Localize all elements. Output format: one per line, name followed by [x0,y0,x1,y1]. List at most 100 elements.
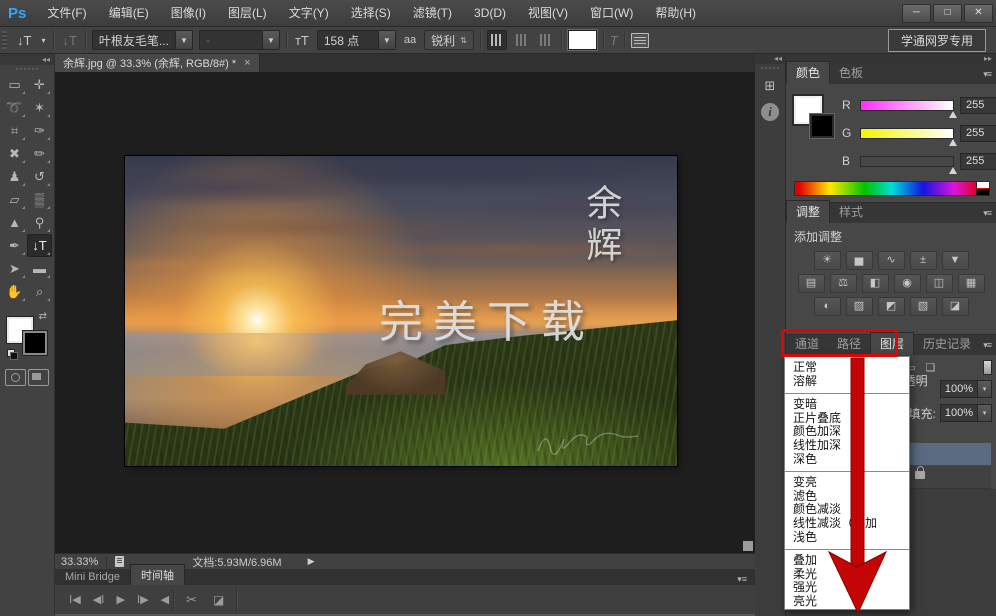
eyedropper-tool[interactable]: ✑ [27,119,52,142]
clone-stamp-tool[interactable]: ♟ [2,165,27,188]
eraser-tool[interactable]: ▱ [2,188,27,211]
align-top-icon[interactable] [487,30,507,50]
timeline-menu-icon[interactable]: ▾≡ [737,574,747,585]
menu-item[interactable]: 文件(F) [36,0,97,26]
blend-mode-option[interactable]: 颜色加深 [793,425,909,439]
history-brush-tool[interactable]: ↺ [27,165,52,188]
layers-panel-menu-icon[interactable]: ▾≡ [983,340,991,351]
blend-mode-option[interactable]: 深色 [793,453,909,467]
g-value-field[interactable]: 255 [960,125,996,142]
default-colors-icon[interactable] [7,349,17,359]
b-value-field[interactable]: 255 [960,153,996,170]
audio-toggle-button[interactable]: ◀ [161,593,169,606]
blend-mode-option[interactable]: 叠加 [793,554,909,568]
shape-tool[interactable]: ▬ [27,257,52,280]
split-clip-icon[interactable]: ✂ [178,592,205,608]
anti-alias-select[interactable]: 锐利 ⇅ [424,30,474,50]
color-spectrum-ramp[interactable] [794,181,990,196]
crop-tool[interactable]: ⌗ [2,119,27,142]
invert-icon[interactable]: ◐ [814,297,841,316]
align-bottom-icon[interactable] [537,31,555,49]
blend-mode-option[interactable]: 柔光 [793,568,909,582]
text-color-swatch[interactable] [568,30,597,50]
strip-collapse-icon[interactable]: ◂◂ [755,54,785,64]
tab-mini-bridge[interactable]: Mini Bridge [55,569,130,585]
color-lookup-icon[interactable]: ▦ [958,274,985,293]
tab-adjustments[interactable]: 调整 [786,200,830,223]
healing-brush-tool[interactable]: ✖ [2,142,27,165]
document-tab[interactable]: 余辉.jpg @ 33.3% (余辉, RGB/8#) * × [55,54,260,72]
blend-mode-option[interactable]: 线性减淡（添加 [793,517,909,531]
special-button[interactable]: 学通网罗专用 [888,29,986,52]
r-value-field[interactable]: 255 [960,97,996,114]
blend-mode-option[interactable]: 颜色减淡 [793,503,909,517]
pen-tool[interactable]: ✒ [2,234,27,257]
blend-mode-option[interactable]: 变亮 [793,476,909,490]
canvas-resize-grip[interactable] [743,541,753,551]
channel-mixer-icon[interactable]: ◫ [926,274,953,293]
blend-mode-option[interactable]: 亮光 [793,595,909,609]
lasso-tool[interactable]: ➰ [2,96,27,119]
background-color-swatch[interactable] [23,331,47,355]
previous-frame-button[interactable]: ◀Ⅰ [93,593,105,606]
zoom-level-field[interactable]: 33.33% [55,556,107,568]
magic-wand-tool[interactable]: ✶ [27,96,52,119]
photo-filter-icon[interactable]: ◉ [894,274,921,293]
vertical-type-tool-icon[interactable]: ↓T [15,33,33,48]
brush-tool[interactable]: ✏ [27,142,52,165]
dodge-tool[interactable]: ⚲ [27,211,52,234]
font-size-select[interactable]: 158 点 ▼ [317,30,396,50]
vertical-type-tool[interactable]: ↓T [27,234,52,257]
tab-styles[interactable]: 样式 [830,201,872,223]
close-button[interactable]: ✕ [964,4,993,23]
hue-saturation-icon[interactable]: ▤ [798,274,825,293]
blend-mode-option[interactable]: 强光 [793,581,909,595]
document-tab-close-icon[interactable]: × [244,57,250,69]
maximize-button[interactable]: □ [933,4,962,23]
black-white-icon[interactable]: ◧ [862,274,889,293]
toggle-panels-icon[interactable] [631,33,649,48]
properties-panel-icon[interactable]: ⊞ [759,75,781,97]
menu-item[interactable]: 帮助(H) [644,0,707,26]
r-slider[interactable] [860,100,954,111]
swap-colors-icon[interactable]: ⇄ [39,311,47,322]
tab-timeline[interactable]: 时间轴 [130,564,185,585]
hand-tool[interactable]: ✋ [2,280,27,303]
fill-field[interactable]: 100% ▾ [940,404,992,422]
g-slider[interactable] [860,128,954,139]
minimize-button[interactable]: ─ [902,4,931,23]
play-button[interactable]: ▶ [116,593,124,606]
screen-mode-button[interactable] [28,369,49,386]
gradient-tool[interactable]: ▒ [27,188,52,211]
blend-mode-option[interactable]: 线性加深 [793,439,909,453]
menu-item[interactable]: 视图(V) [517,0,579,26]
menu-item[interactable]: 文字(Y) [278,0,340,26]
tool-preset-arrow-icon[interactable]: ▾ [39,36,47,45]
go-to-first-frame-button[interactable]: Ⅰ◀ [69,593,81,606]
menu-item[interactable]: 编辑(E) [98,0,160,26]
blend-mode-option[interactable]: 变暗 [793,398,909,412]
vibrance-icon[interactable]: ▼ [942,251,969,270]
layer-filter-toggle[interactable] [983,360,992,375]
font-family-dropdown-icon[interactable]: ▼ [175,31,192,49]
toolbar-collapse-icon[interactable]: ◂◂ [0,54,54,65]
move-tool[interactable]: ✛ [27,73,52,96]
blur-tool[interactable]: ▲ [2,211,27,234]
adjustments-panel-menu-icon[interactable]: ▾≡ [983,208,991,219]
menu-item[interactable]: 3D(D) [463,0,517,26]
tab-swatches[interactable]: 色板 [830,62,872,84]
threshold-icon[interactable]: ◩ [878,297,905,316]
blend-mode-option[interactable]: 正常 [793,361,909,375]
brightness-contrast-icon[interactable]: ☀ [814,251,841,270]
font-family-select[interactable]: 叶根友毛笔... ▼ [92,30,193,50]
zoom-tool[interactable]: ⌕ [27,280,52,303]
blend-mode-option[interactable]: 溶解 [793,375,909,389]
panel-background-swatch[interactable] [810,114,834,138]
gradient-map-icon[interactable]: ▧ [910,297,937,316]
menu-item[interactable]: 窗口(W) [579,0,644,26]
transition-icon[interactable]: ◪ [205,593,232,607]
menu-item[interactable]: 图像(I) [160,0,217,26]
tab-history[interactable]: 历史记录 [914,333,980,355]
b-slider[interactable] [860,156,954,167]
panels-expand-icon[interactable]: ▸▸ [984,54,992,64]
